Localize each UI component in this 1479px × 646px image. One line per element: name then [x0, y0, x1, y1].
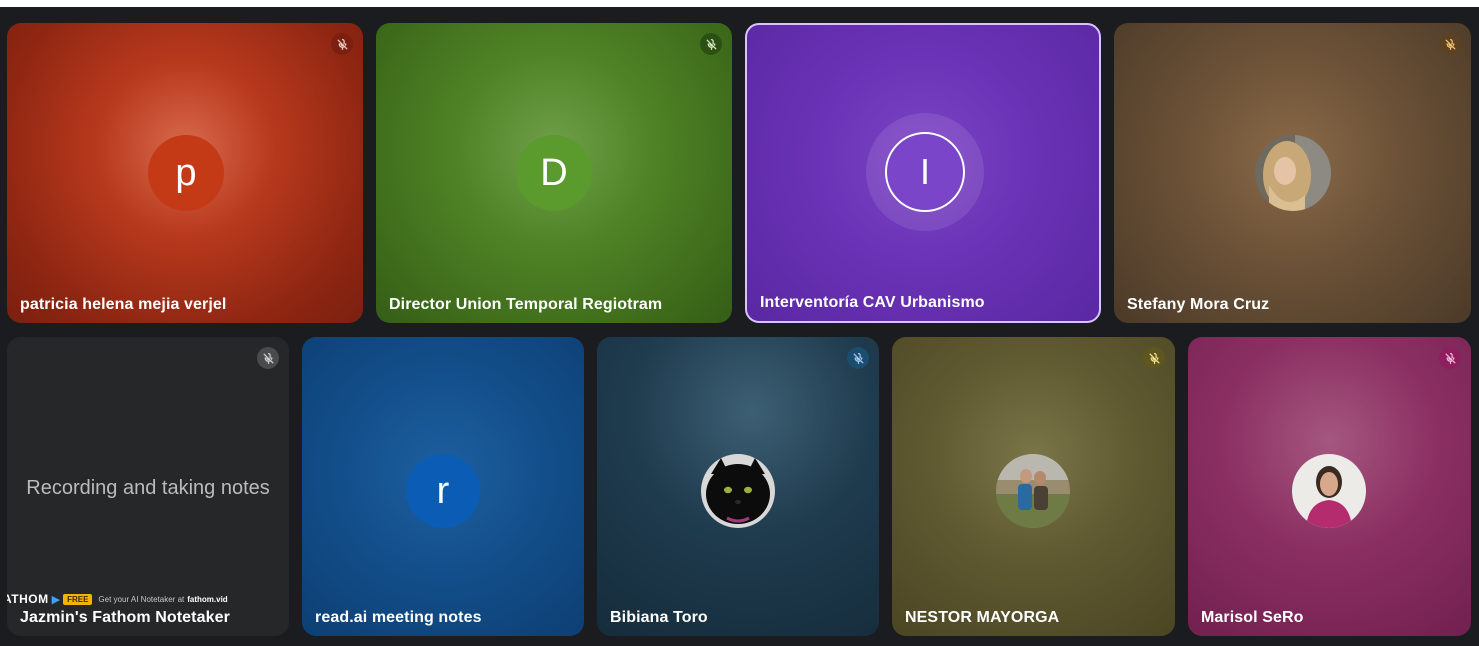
avatar-photo — [1292, 454, 1366, 528]
participant-name: patricia helena mejia verjel — [20, 296, 227, 313]
meeting-grid: p patricia helena mejia verjel D Directo… — [0, 7, 1479, 646]
participant-tile-marisol[interactable]: Marisol SeRo — [1188, 337, 1471, 636]
promo-url: fathom.vid — [187, 594, 228, 604]
participant-name: Interventoría CAV Urbanismo — [760, 294, 985, 311]
participant-name: read.ai meeting notes — [315, 609, 482, 626]
avatar-photo — [996, 454, 1070, 528]
participant-tile-patricia[interactable]: p patricia helena mejia verjel — [7, 23, 363, 323]
avatar: I — [885, 132, 965, 212]
participant-name: Bibiana Toro — [610, 609, 708, 626]
promo-text: Get your AI Notetaker at — [98, 594, 185, 604]
participant-tile-director[interactable]: D Director Union Temporal Regiotram — [376, 23, 732, 323]
participant-name: Marisol SeRo — [1201, 609, 1304, 626]
mic-off-icon — [257, 347, 279, 369]
avatar: p — [148, 135, 224, 211]
speaking-indicator: I — [866, 113, 984, 231]
participant-tile-stefany[interactable]: Stefany Mora Cruz — [1114, 23, 1471, 323]
avatar-photo — [1255, 135, 1331, 211]
mic-off-icon — [847, 347, 869, 369]
recording-status-text: Recording and taking notes — [26, 477, 270, 499]
play-arrow-icon: ▶ — [51, 593, 61, 606]
participant-name: Stefany Mora Cruz — [1127, 296, 1270, 313]
free-badge: FREE — [63, 593, 93, 605]
fathom-promo-banner: ATHOM ▶ FREE Get your AI Notetaker at fa… — [7, 591, 228, 607]
participant-tile-interventoria[interactable]: I Interventoría CAV Urbanismo — [745, 23, 1101, 323]
mic-off-icon — [1143, 347, 1165, 369]
avatar-photo — [701, 454, 775, 528]
mic-off-icon — [1439, 33, 1461, 55]
avatar: r — [406, 454, 480, 528]
participant-name: Director Union Temporal Regiotram — [389, 296, 663, 313]
avatar: D — [516, 135, 592, 211]
participant-tile-nestor[interactable]: NESTOR MAYORGA — [892, 337, 1175, 636]
participant-tile-bibiana[interactable]: Bibiana Toro — [597, 337, 879, 636]
participant-name: NESTOR MAYORGA — [905, 609, 1060, 626]
participant-tile-fathom-notetaker[interactable]: Recording and taking notes ATHOM ▶ FREE … — [7, 337, 289, 636]
mic-off-icon — [331, 33, 353, 55]
participant-tile-readai[interactable]: r read.ai meeting notes — [302, 337, 584, 636]
mic-off-icon — [700, 33, 722, 55]
mic-off-icon — [1439, 347, 1461, 369]
participant-name: Jazmin's Fathom Notetaker — [20, 609, 230, 626]
fathom-logo: ATHOM — [7, 592, 49, 606]
